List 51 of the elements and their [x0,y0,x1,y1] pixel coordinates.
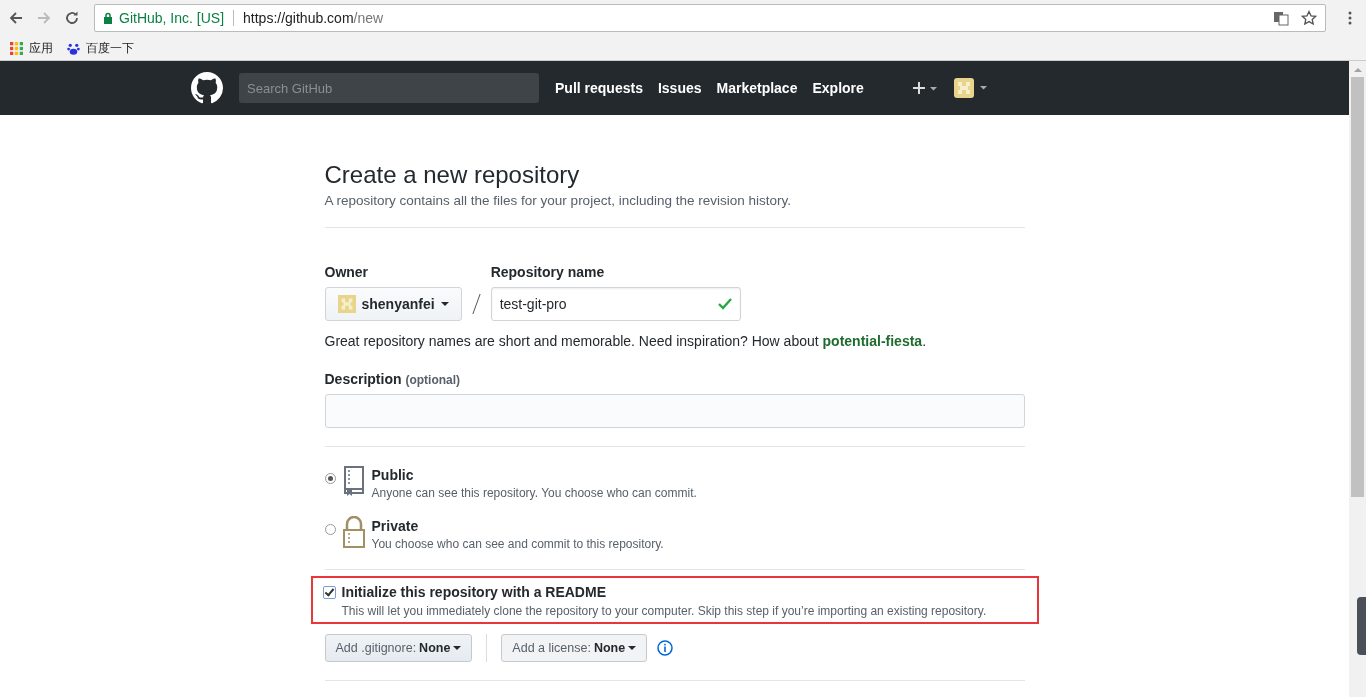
visibility-option-label: Public [371,467,415,483]
owner-dropdown[interactable]: shenyanfei [324,287,462,321]
address-bar[interactable]: GitHub, Inc. [US] https://github.com/new [94,4,1326,32]
nav-link[interactable]: Issues [657,80,702,96]
readme-option-label: Initialize this repository with a README [341,584,607,600]
readme-checkbox[interactable] [322,586,336,599]
plus-dropdown-icon[interactable] [912,81,938,95]
visibility-option-description: Anyone can see this repository. You choose who can commit. [371,486,697,500]
avatar-icon [337,295,356,313]
repository-name-field[interactable]: test-git-pro [490,287,741,321]
side-widget-handle[interactable] [1357,597,1366,655]
description-field[interactable] [324,394,1025,428]
info-icon[interactable] [657,640,674,656]
license-dropdown[interactable]: Add a license: None [501,634,648,662]
bookmark-link[interactable]: 应用 [10,39,53,57]
scrollbar[interactable] [1349,61,1366,697]
description-label: Description (optional) [324,371,462,387]
visibility-option-label: Private [371,518,420,534]
repository-name-label: Repository name [490,264,606,280]
caret-icon [440,302,449,306]
reload-icon[interactable] [64,10,80,26]
site-identity-label: GitHub, Inc. [US] [119,10,225,26]
caret-icon [453,646,462,650]
name-hint-text: Great repository names are short and memorable. Need inspiration? How about potential-fiesta. [324,333,927,349]
book-icon [341,465,366,497]
nav-link[interactable]: Marketplace [716,80,798,96]
lock-icon [341,516,366,548]
readme-option-description: This will let you immediately clone the repository to your computer. Skip this step if you’re importing an existing repository. [341,604,987,618]
star-icon[interactable] [1301,10,1317,26]
octocat-logo-icon[interactable] [191,72,223,104]
page-subtitle: A repository contains all the files for your project, including the revision history. [324,193,792,208]
lock-icon [103,12,113,24]
search-field[interactable]: Search GitHub [239,73,539,103]
back-arrow-icon[interactable] [8,10,24,26]
gitignore-dropdown[interactable]: Add .gitignore: None [324,634,473,662]
menu-icon[interactable] [1348,11,1352,25]
paw-icon [67,41,80,55]
visibility-radio[interactable] [324,524,336,535]
nav-link[interactable]: Explore [812,80,864,96]
page-title: Create a new repository [324,161,581,189]
bookmark-link[interactable]: 百度一下 [67,39,134,57]
nav-link[interactable]: Pull requests [555,80,643,96]
visibility-radio[interactable] [324,473,336,484]
translate-icon[interactable] [1273,10,1289,26]
caret-icon [628,646,637,650]
owner-label: Owner [324,264,370,280]
avatar-dropdown-icon[interactable] [954,78,988,98]
scrollbar-thumb[interactable] [1351,77,1364,497]
url-text: https://github.com/new [243,10,384,26]
visibility-option-description: You choose who can see and commit to this repository. [371,537,664,551]
apps-grid-icon [10,41,23,55]
